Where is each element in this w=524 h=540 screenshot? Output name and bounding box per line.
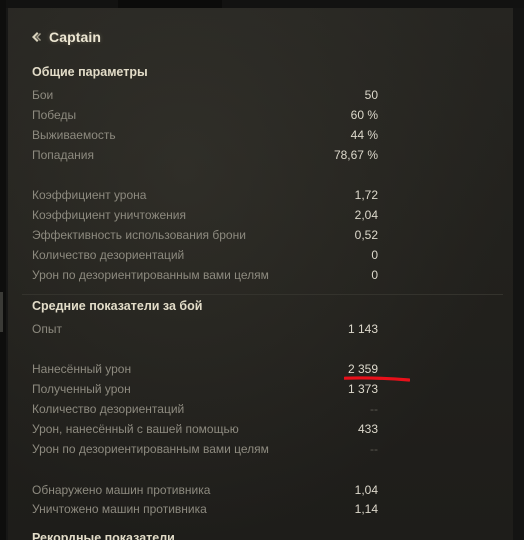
panel-edge <box>513 8 524 540</box>
stat-value: 0 <box>371 248 378 262</box>
stat-label: Нанесённый урон <box>32 362 132 376</box>
stat-row-damage-dealt: Нанесённый урон 2 359 <box>32 360 378 378</box>
left-frame-bar <box>0 0 6 540</box>
stat-value: 1,72 <box>354 188 378 202</box>
stat-row-stuns: Количество дезориентаций 0 <box>32 246 378 264</box>
section-title-records: Рекордные показатели <box>32 531 175 540</box>
stat-value: -- <box>370 402 378 416</box>
stat-value: 0,52 <box>354 228 378 242</box>
stat-value: 2 359 <box>347 362 378 376</box>
stat-label: Эффективность использования брони <box>32 228 246 242</box>
stat-label: Коэффициент уничтожения <box>32 208 186 222</box>
panel-header: Captain <box>30 27 101 47</box>
stat-row-victories: Победы 60 % <box>32 106 378 124</box>
stat-value: -- <box>370 442 378 456</box>
stat-label: Количество дезориентаций <box>32 402 185 416</box>
stat-value: 1,04 <box>354 483 378 497</box>
stat-value: 1,14 <box>354 502 378 516</box>
stat-value: 1 373 <box>347 382 378 396</box>
stat-row-assisted-damage: Урон, нанесённый с вашей помощью 433 <box>32 420 378 438</box>
stat-label: Урон, нанесённый с вашей помощью <box>32 422 239 436</box>
highlight-underline <box>344 376 410 382</box>
stat-row-hits: Попадания 78,67 % <box>32 146 378 164</box>
stat-row-destroyed: Уничтожено машин противника 1,14 <box>32 500 378 518</box>
stat-label: Обнаружено машин противника <box>32 483 211 497</box>
stat-label: Бои <box>32 88 54 102</box>
stat-label: Коэффициент урона <box>32 188 147 202</box>
stat-row-damage-received: Полученный урон 1 373 <box>32 380 378 398</box>
stat-row-kill-ratio: Коэффициент уничтожения 2,04 <box>32 206 378 224</box>
stat-value: 60 % <box>350 108 378 122</box>
stat-row-stun-damage-avg: Урон по дезориентированным вами целям -- <box>32 440 378 458</box>
rank-chevron-icon <box>30 30 42 44</box>
stat-label: Опыт <box>32 322 62 336</box>
stat-row-spotted: Обнаружено машин противника 1,04 <box>32 481 378 499</box>
stat-label: Попадания <box>32 148 94 162</box>
section-title-general: Общие параметры <box>32 65 148 79</box>
stat-label: Уничтожено машин противника <box>32 502 207 516</box>
stat-label: Урон по дезориентированным вами целям <box>32 268 269 282</box>
stat-value: 2,04 <box>354 208 378 222</box>
top-tab-strip <box>118 0 222 8</box>
scroll-indicator[interactable] <box>0 292 3 332</box>
stat-row-survival: Выживаемость 44 % <box>32 126 378 144</box>
stat-label: Победы <box>32 108 77 122</box>
stat-value: 433 <box>357 422 378 436</box>
stat-label: Количество дезориентаций <box>32 248 185 262</box>
stat-value: 44 % <box>350 128 378 142</box>
stat-label: Выживаемость <box>32 128 116 142</box>
stat-value: 78,67 % <box>333 148 378 162</box>
stat-row-experience: Опыт 1 143 <box>32 320 378 338</box>
stat-row-stuns-avg: Количество дезориентаций -- <box>32 400 378 418</box>
stat-value: 0 <box>371 268 378 282</box>
stat-label: Полученный урон <box>32 382 131 396</box>
stat-row-damage-ratio: Коэффициент урона 1,72 <box>32 186 378 204</box>
stat-row-stun-damage: Урон по дезориентированным вами целям 0 <box>32 266 378 284</box>
stat-row-battles: Бои 50 <box>32 86 378 104</box>
section-divider <box>22 294 503 295</box>
section-title-average: Средние показатели за бой <box>32 299 203 313</box>
stat-value: 1 143 <box>347 322 378 336</box>
panel-title: Captain <box>49 29 102 45</box>
top-strip <box>0 0 524 8</box>
stat-row-armor-efficiency: Эффективность использования брони 0,52 <box>32 226 378 244</box>
stat-value: 50 <box>364 88 378 102</box>
stat-label: Урон по дезориентированным вами целям <box>32 442 269 456</box>
